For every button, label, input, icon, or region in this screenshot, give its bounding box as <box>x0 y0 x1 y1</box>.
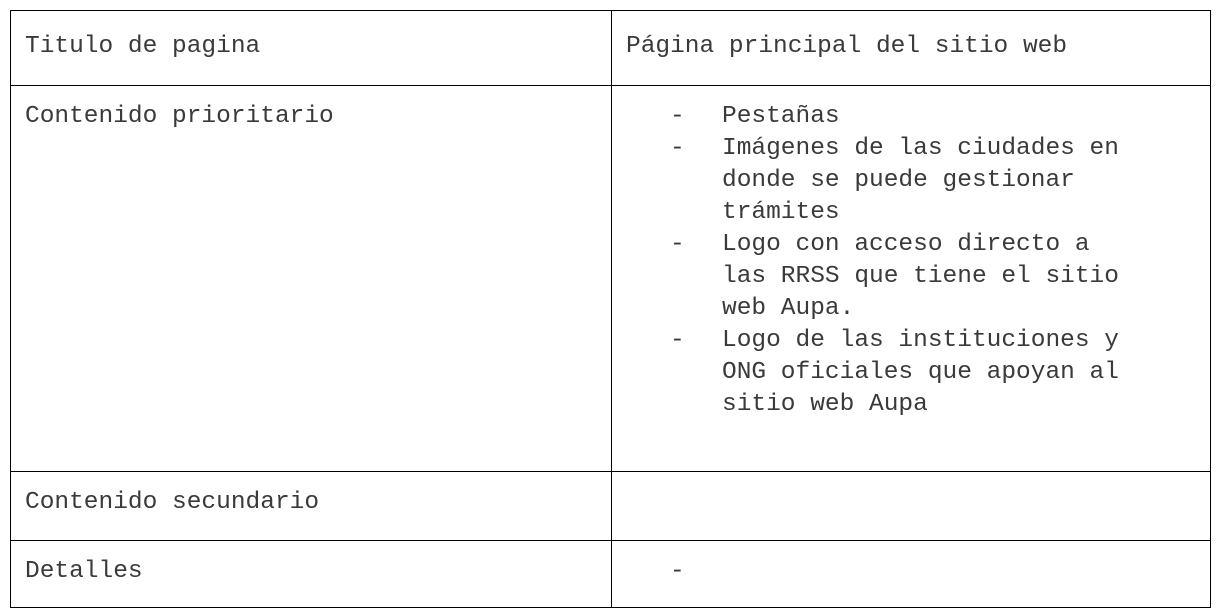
table-row: Titulo de pagina Página principal del si… <box>10 10 1211 86</box>
bullet-dash: - <box>670 231 685 258</box>
row-label-priority-content: Contenido prioritario <box>10 85 612 472</box>
list-item-text: Pestañas <box>722 103 840 130</box>
content-table: Titulo de pagina Página principal del si… <box>10 10 1211 608</box>
table-row: Contenido prioritario - Pestañas - Imágene… <box>10 85 1211 472</box>
row-value-page-title: Página principal del sitio web <box>611 10 1211 86</box>
row-label-details: Detalles <box>10 540 612 608</box>
priority-content-list: - Pestañas - Imágenes de las ciudades en d… <box>626 101 1210 421</box>
details-dash: - <box>670 558 685 585</box>
list-item-text: Logo de las instituciones y ONG oficiale… <box>722 327 1119 418</box>
list-item: - Logo de las instituciones y ONG oficial… <box>670 325 1210 421</box>
bullet-dash: - <box>670 327 685 354</box>
row-value-secondary-content <box>611 471 1211 541</box>
table-row: Detalles - <box>10 540 1211 608</box>
list-item: - Pestañas <box>670 101 1210 133</box>
row-label-secondary-content: Contenido secundario <box>10 471 612 541</box>
row-value-priority-content: - Pestañas - Imágenes de las ciudades en d… <box>611 85 1211 472</box>
bullet-dash: - <box>670 135 685 162</box>
row-label-page-title: Titulo de pagina <box>10 10 612 86</box>
list-item: - Logo con acceso directo a las RRSS que … <box>670 229 1210 325</box>
table-row: Contenido secundario <box>10 471 1211 541</box>
list-item-text: Logo con acceso directo a las RRSS que t… <box>722 231 1119 322</box>
row-value-details: - <box>611 540 1211 608</box>
list-item: - Imágenes de las ciudades en donde se pu… <box>670 133 1210 229</box>
list-item-text: Imágenes de las ciudades en donde se pue… <box>722 135 1119 226</box>
bullet-dash: - <box>670 103 685 130</box>
